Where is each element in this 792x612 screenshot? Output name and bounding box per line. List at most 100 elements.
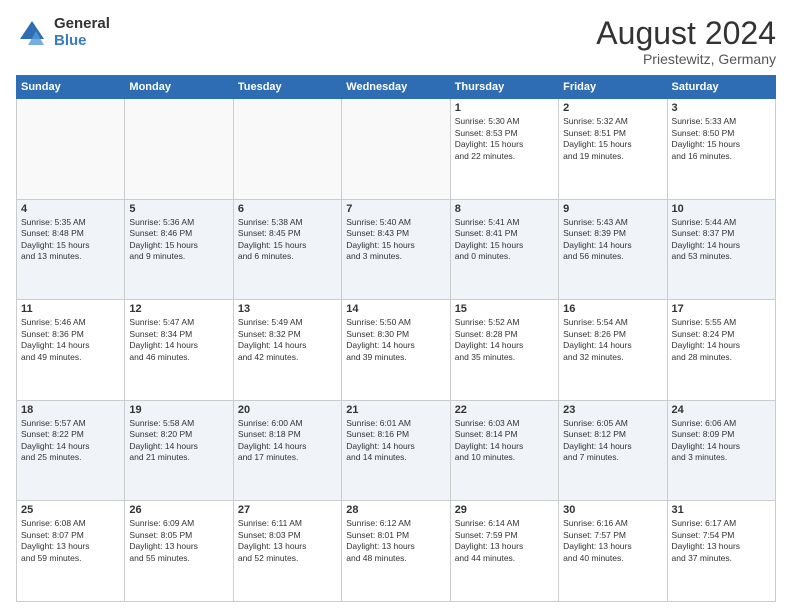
calendar-cell: 9 Sunrise: 5:43 AM Sunset: 8:39 PM Daylig…: [559, 199, 667, 300]
calendar-header-row: Sunday Monday Tuesday Wednesday Thursday…: [17, 76, 776, 99]
day-info: Sunrise: 5:55 AM Sunset: 8:24 PM Dayligh…: [672, 317, 771, 363]
day-info: Sunrise: 5:46 AM Sunset: 8:36 PM Dayligh…: [21, 317, 120, 363]
calendar-cell: 14 Sunrise: 5:50 AM Sunset: 8:30 PM Dayli…: [342, 300, 450, 401]
day-info: Sunrise: 5:40 AM Sunset: 8:43 PM Dayligh…: [346, 217, 445, 263]
day-number: 3: [672, 102, 771, 114]
calendar-cell: 15Sunrise: 5:52 AM Sunset: 8:28 PM Dayli…: [450, 300, 558, 401]
day-info: Sunrise: 6:00 AM Sunset: 8:18 PM Dayligh…: [238, 418, 337, 464]
calendar-cell: 29 Sunrise: 6:14 AM Sunset: 7:59 PM Dayli…: [450, 501, 558, 602]
calendar-cell: [342, 99, 450, 200]
day-info: Sunrise: 5:35 AM Sunset: 8:48 PM Dayligh…: [21, 217, 120, 263]
day-number: 29: [455, 504, 554, 516]
calendar-cell: [125, 99, 233, 200]
header-sunday: Sunday: [17, 76, 125, 99]
header-thursday: Thursday: [450, 76, 558, 99]
calendar-week-1: 1Sunrise: 5:30 AM Sunset: 8:53 PM Daylig…: [17, 99, 776, 200]
day-number: 13: [238, 303, 337, 315]
day-number: 2: [563, 102, 662, 114]
day-number: 30: [563, 504, 662, 516]
calendar-cell: 21 Sunrise: 6:01 AM Sunset: 8:16 PM Dayli…: [342, 400, 450, 501]
day-number: 4: [21, 203, 120, 215]
calendar-cell: 6 Sunrise: 5:38 AM Sunset: 8:45 PM Daylig…: [233, 199, 341, 300]
calendar-cell: 17 Sunrise: 5:55 AM Sunset: 8:24 PM Dayli…: [667, 300, 775, 401]
calendar-cell: 18 Sunrise: 5:57 AM Sunset: 8:22 PM Dayli…: [17, 400, 125, 501]
day-number: 20: [238, 404, 337, 416]
day-info: Sunrise: 5:52 AM Sunset: 8:28 PM Dayligh…: [455, 317, 554, 363]
day-info: Sunrise: 6:16 AM Sunset: 7:57 PM Dayligh…: [563, 518, 662, 564]
calendar-cell: 3 Sunrise: 5:33 AM Sunset: 8:50 PM Daylig…: [667, 99, 775, 200]
calendar-week-5: 25 Sunrise: 6:08 AM Sunset: 8:07 PM Dayli…: [17, 501, 776, 602]
calendar-cell: [17, 99, 125, 200]
page: General Blue August 2024 Priestewitz, Ge…: [0, 0, 792, 612]
day-info: Sunrise: 5:57 AM Sunset: 8:22 PM Dayligh…: [21, 418, 120, 464]
day-info: Sunrise: 6:01 AM Sunset: 8:16 PM Dayligh…: [346, 418, 445, 464]
day-info: Sunrise: 5:41 AM Sunset: 8:41 PM Dayligh…: [455, 217, 554, 263]
day-info: Sunrise: 6:11 AM Sunset: 8:03 PM Dayligh…: [238, 518, 337, 564]
day-number: 9: [563, 203, 662, 215]
day-info: Sunrise: 5:43 AM Sunset: 8:39 PM Dayligh…: [563, 217, 662, 263]
calendar-cell: 11 Sunrise: 5:46 AM Sunset: 8:36 PM Dayli…: [17, 300, 125, 401]
day-info: Sunrise: 6:03 AM Sunset: 8:14 PM Dayligh…: [455, 418, 554, 464]
calendar-cell: 25 Sunrise: 6:08 AM Sunset: 8:07 PM Dayli…: [17, 501, 125, 602]
day-number: 21: [346, 404, 445, 416]
day-number: 18: [21, 404, 120, 416]
day-info: Sunrise: 5:49 AM Sunset: 8:32 PM Dayligh…: [238, 317, 337, 363]
calendar-cell: 26 Sunrise: 6:09 AM Sunset: 8:05 PM Dayli…: [125, 501, 233, 602]
day-info: Sunrise: 5:33 AM Sunset: 8:50 PM Dayligh…: [672, 116, 771, 162]
header: General Blue August 2024 Priestewitz, Ge…: [16, 16, 776, 67]
day-number: 11: [21, 303, 120, 315]
day-number: 25: [21, 504, 120, 516]
day-number: 14: [346, 303, 445, 315]
calendar-week-4: 18 Sunrise: 5:57 AM Sunset: 8:22 PM Dayli…: [17, 400, 776, 501]
day-info: Sunrise: 6:08 AM Sunset: 8:07 PM Dayligh…: [21, 518, 120, 564]
header-tuesday: Tuesday: [233, 76, 341, 99]
day-info: Sunrise: 6:14 AM Sunset: 7:59 PM Dayligh…: [455, 518, 554, 564]
day-info: Sunrise: 5:32 AM Sunset: 8:51 PM Dayligh…: [563, 116, 662, 162]
day-number: 26: [129, 504, 228, 516]
day-number: 24: [672, 404, 771, 416]
calendar-week-3: 11 Sunrise: 5:46 AM Sunset: 8:36 PM Dayli…: [17, 300, 776, 401]
calendar-week-2: 4 Sunrise: 5:35 AM Sunset: 8:48 PM Daylig…: [17, 199, 776, 300]
calendar-cell: 13 Sunrise: 5:49 AM Sunset: 8:32 PM Dayli…: [233, 300, 341, 401]
day-info: Sunrise: 6:06 AM Sunset: 8:09 PM Dayligh…: [672, 418, 771, 464]
day-info: Sunrise: 5:54 AM Sunset: 8:26 PM Dayligh…: [563, 317, 662, 363]
calendar-cell: 22Sunrise: 6:03 AM Sunset: 8:14 PM Dayli…: [450, 400, 558, 501]
day-number: 12: [129, 303, 228, 315]
day-number: 7: [346, 203, 445, 215]
calendar-cell: 30 Sunrise: 6:16 AM Sunset: 7:57 PM Dayli…: [559, 501, 667, 602]
header-monday: Monday: [125, 76, 233, 99]
logo: General Blue: [16, 16, 110, 49]
day-number: 31: [672, 504, 771, 516]
header-wednesday: Wednesday: [342, 76, 450, 99]
calendar-cell: 23Sunrise: 6:05 AM Sunset: 8:12 PM Dayli…: [559, 400, 667, 501]
day-number: 10: [672, 203, 771, 215]
calendar-cell: [233, 99, 341, 200]
day-info: Sunrise: 5:38 AM Sunset: 8:45 PM Dayligh…: [238, 217, 337, 263]
day-number: 6: [238, 203, 337, 215]
day-info: Sunrise: 5:47 AM Sunset: 8:34 PM Dayligh…: [129, 317, 228, 363]
day-number: 19: [129, 404, 228, 416]
day-info: Sunrise: 6:12 AM Sunset: 8:01 PM Dayligh…: [346, 518, 445, 564]
calendar-cell: 28Sunrise: 6:12 AM Sunset: 8:01 PM Dayli…: [342, 501, 450, 602]
day-info: Sunrise: 6:05 AM Sunset: 8:12 PM Dayligh…: [563, 418, 662, 464]
day-number: 27: [238, 504, 337, 516]
calendar-cell: 16 Sunrise: 5:54 AM Sunset: 8:26 PM Dayli…: [559, 300, 667, 401]
calendar-cell: 20 Sunrise: 6:00 AM Sunset: 8:18 PM Dayli…: [233, 400, 341, 501]
calendar-cell: 2 Sunrise: 5:32 AM Sunset: 8:51 PM Daylig…: [559, 99, 667, 200]
calendar-cell: 1Sunrise: 5:30 AM Sunset: 8:53 PM Daylig…: [450, 99, 558, 200]
day-info: Sunrise: 6:09 AM Sunset: 8:05 PM Dayligh…: [129, 518, 228, 564]
day-number: 17: [672, 303, 771, 315]
day-info: Sunrise: 5:50 AM Sunset: 8:30 PM Dayligh…: [346, 317, 445, 363]
calendar-cell: 24 Sunrise: 6:06 AM Sunset: 8:09 PM Dayli…: [667, 400, 775, 501]
month-year-title: August 2024: [596, 16, 776, 51]
calendar-cell: 5Sunrise: 5:36 AM Sunset: 8:46 PM Daylig…: [125, 199, 233, 300]
day-number: 16: [563, 303, 662, 315]
calendar-cell: 4 Sunrise: 5:35 AM Sunset: 8:48 PM Daylig…: [17, 199, 125, 300]
header-saturday: Saturday: [667, 76, 775, 99]
logo-text: General Blue: [54, 16, 110, 49]
calendar-cell: 7 Sunrise: 5:40 AM Sunset: 8:43 PM Daylig…: [342, 199, 450, 300]
calendar-cell: 12 Sunrise: 5:47 AM Sunset: 8:34 PM Dayli…: [125, 300, 233, 401]
day-info: Sunrise: 5:58 AM Sunset: 8:20 PM Dayligh…: [129, 418, 228, 464]
calendar-table: Sunday Monday Tuesday Wednesday Thursday…: [16, 75, 776, 602]
calendar-cell: 10Sunrise: 5:44 AM Sunset: 8:37 PM Dayli…: [667, 199, 775, 300]
